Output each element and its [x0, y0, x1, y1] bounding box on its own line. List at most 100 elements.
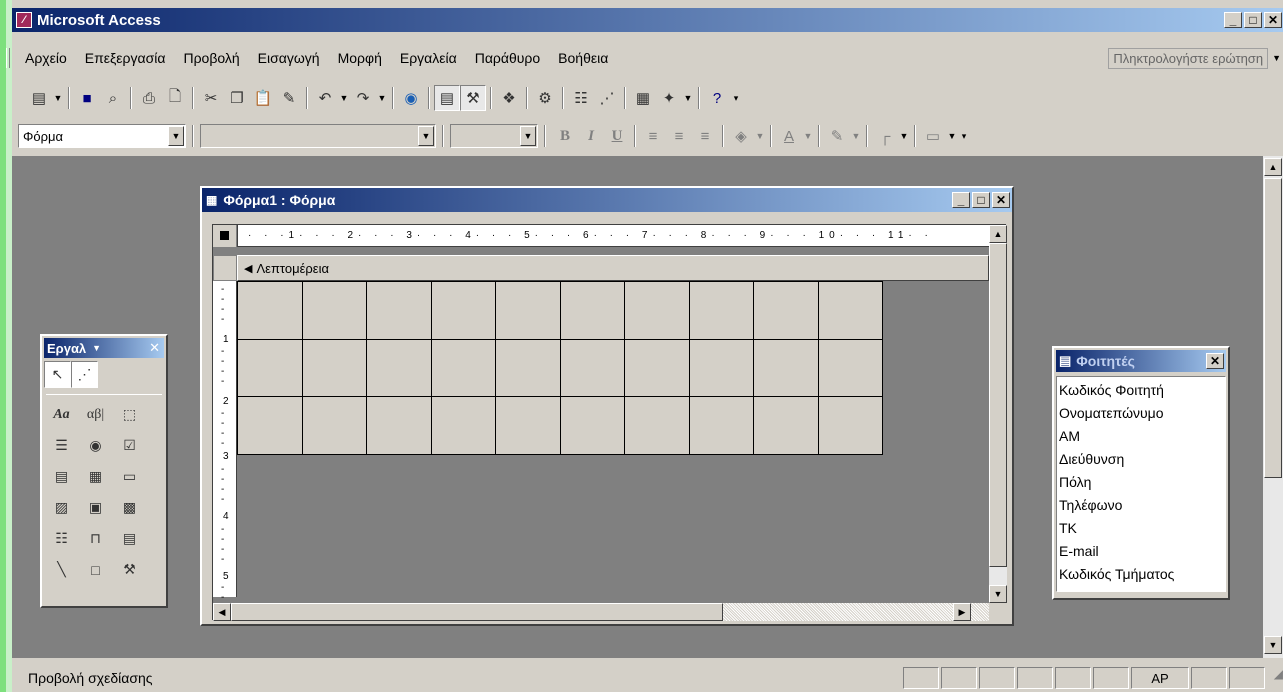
new-object-dropdown-icon[interactable]: ▼: [682, 93, 694, 103]
size-combo[interactable]: ▼: [450, 124, 538, 148]
scroll-up-icon[interactable]: ▲: [1264, 158, 1282, 176]
autoformat-icon[interactable]: ❖: [496, 85, 522, 111]
format-painter-icon[interactable]: ✎: [276, 85, 302, 111]
form-view-icon[interactable]: ▤: [26, 85, 52, 111]
undo-icon[interactable]: ↶: [312, 85, 338, 111]
align-right-icon[interactable]: ≡: [692, 123, 718, 149]
resize-grip-icon[interactable]: ◢: [1265, 667, 1283, 689]
new-object-icon[interactable]: ✦: [656, 85, 682, 111]
field-list-item[interactable]: Κωδικός Τμήματος: [1057, 563, 1225, 586]
line-width-dropdown-icon[interactable]: ▼: [898, 131, 910, 141]
page-break-icon[interactable]: ☷: [48, 525, 75, 552]
special-effect-dropdown-icon[interactable]: ▼: [946, 131, 958, 141]
select-objects-icon[interactable]: ↖: [44, 361, 71, 388]
field-list-item[interactable]: Ονοματεπώνυμο: [1057, 402, 1225, 425]
field-list-item[interactable]: Πόλη: [1057, 471, 1225, 494]
menu-edit[interactable]: Επεξεργασία: [76, 50, 175, 66]
unbound-object-frame-icon[interactable]: ▣: [82, 494, 109, 521]
menu-window[interactable]: Παράθυρο: [466, 50, 549, 66]
toolbox-menu-icon[interactable]: ▼: [92, 343, 101, 353]
menu-insert[interactable]: Εισαγωγή: [249, 50, 329, 66]
app-vertical-scrollbar[interactable]: ▲ ▼: [1263, 156, 1283, 658]
font-combo[interactable]: ▼: [200, 124, 436, 148]
hyperlink-icon[interactable]: ◉: [398, 85, 424, 111]
menu-format[interactable]: Μορφή: [329, 50, 391, 66]
combo-box-icon[interactable]: ▤: [48, 463, 75, 490]
build-icon[interactable]: ⋰: [594, 85, 620, 111]
paste-icon[interactable]: 📋: [250, 85, 276, 111]
scroll-thumb[interactable]: [1264, 178, 1282, 478]
form-window[interactable]: ▦ Φόρμα1 : Φόρμα _ □ ✕ · · ·1· · · 2· · …: [200, 186, 1014, 626]
line-color-icon[interactable]: ✎: [824, 123, 850, 149]
menu-tools[interactable]: Εργαλεία: [391, 50, 466, 66]
form-maximize-button[interactable]: □: [972, 192, 990, 208]
checkbox-icon[interactable]: ☑: [116, 432, 143, 459]
form-close-button[interactable]: ✕: [992, 192, 1010, 208]
toolbar2-options-icon[interactable]: ▾: [958, 131, 970, 142]
form-vscroll-thumb[interactable]: [989, 243, 1007, 567]
object-combo[interactable]: Φόρμα ▼: [18, 124, 186, 148]
toggle-button-icon[interactable]: ☰: [48, 432, 75, 459]
form-hscroll-thumb[interactable]: [231, 603, 723, 621]
redo-dropdown-icon[interactable]: ▼: [376, 93, 388, 103]
italic-button[interactable]: I: [578, 123, 604, 149]
form-selector[interactable]: [213, 225, 237, 247]
control-wizards-icon[interactable]: ⋰: [71, 361, 98, 388]
line-tool-icon[interactable]: ╲: [48, 556, 75, 583]
undo-dropdown-icon[interactable]: ▼: [338, 93, 350, 103]
font-color-icon[interactable]: A: [776, 123, 802, 149]
cut-icon[interactable]: ✂: [198, 85, 224, 111]
bold-button[interactable]: B: [552, 123, 578, 149]
properties-icon[interactable]: ☷: [568, 85, 594, 111]
field-list-icon[interactable]: ▤: [434, 85, 460, 111]
database-window-icon[interactable]: ▦: [630, 85, 656, 111]
redo-icon[interactable]: ↷: [350, 85, 376, 111]
help-question-box[interactable]: Πληκτρολογήστε ερώτηση: [1108, 47, 1269, 69]
special-effect-icon[interactable]: ▭: [920, 123, 946, 149]
object-combo-arrow-icon[interactable]: ▼: [168, 126, 184, 146]
field-list-item[interactable]: ΑΜ: [1057, 425, 1225, 448]
form-scroll-left-icon[interactable]: ◀: [213, 603, 231, 621]
section-header-selector[interactable]: [213, 255, 237, 281]
field-list-item[interactable]: Τηλέφωνο: [1057, 494, 1225, 517]
font-combo-arrow-icon[interactable]: ▼: [418, 126, 434, 146]
search-icon[interactable]: ⌕: [100, 85, 126, 111]
toolbar-options-icon[interactable]: ▾: [730, 93, 742, 104]
size-combo-arrow-icon[interactable]: ▼: [520, 126, 536, 146]
menu-view[interactable]: Προβολή: [174, 50, 248, 66]
save-icon[interactable]: ■: [74, 85, 100, 111]
field-list-item[interactable]: ΤΚ: [1057, 517, 1225, 540]
form-horizontal-scrollbar[interactable]: ◀ ▶: [213, 603, 989, 621]
field-list-item[interactable]: Κωδικός Φοιτητή: [1057, 379, 1225, 402]
image-icon[interactable]: ▨: [48, 494, 75, 521]
bound-object-frame-icon[interactable]: ▩: [116, 494, 143, 521]
toolbox-icon[interactable]: ⚒: [460, 85, 486, 111]
maximize-button[interactable]: □: [1244, 12, 1262, 28]
rectangle-tool-icon[interactable]: □: [82, 556, 109, 583]
field-list-item[interactable]: E-mail: [1057, 540, 1225, 563]
subform-icon[interactable]: ▤: [116, 525, 143, 552]
toolbox-close-icon[interactable]: ✕: [149, 340, 160, 356]
close-button[interactable]: ✕: [1264, 12, 1282, 28]
code-icon[interactable]: ⚙: [532, 85, 558, 111]
form-vertical-scrollbar[interactable]: ▲ ▼: [989, 225, 1007, 603]
font-color-dropdown-icon[interactable]: ▼: [802, 131, 814, 141]
field-list-item[interactable]: Διεύθυνση: [1057, 448, 1225, 471]
fill-color-dropdown-icon[interactable]: ▼: [754, 131, 766, 141]
minimize-button[interactable]: _: [1224, 12, 1242, 28]
list-box-icon[interactable]: ▦: [82, 463, 109, 490]
help-dropdown-icon[interactable]: ▼: [1272, 53, 1281, 63]
detail-section-grid[interactable]: [237, 281, 883, 455]
textbox-tool-icon[interactable]: αβ|: [82, 401, 109, 428]
view-dropdown-icon[interactable]: ▼: [52, 93, 64, 103]
section-header-detail[interactable]: ◀ Λεπτομέρεια: [237, 255, 989, 281]
command-button-icon[interactable]: ▭: [116, 463, 143, 490]
menu-help[interactable]: Βοήθεια: [549, 50, 617, 66]
copy-icon[interactable]: ❐: [224, 85, 250, 111]
field-list-close-button[interactable]: ✕: [1206, 353, 1224, 369]
line-width-icon[interactable]: ┌: [872, 123, 898, 149]
align-left-icon[interactable]: ≡: [640, 123, 666, 149]
option-group-icon[interactable]: ⬚: [116, 401, 143, 428]
toolbox-palette[interactable]: Εργαλ ▼ ✕ ↖ ⋰ Aa αβ| ⬚ ☰ ◉ ☑ ▤ ▦ ▭ ▨ ▣ ▩…: [40, 334, 168, 608]
align-center-icon[interactable]: ≡: [666, 123, 692, 149]
